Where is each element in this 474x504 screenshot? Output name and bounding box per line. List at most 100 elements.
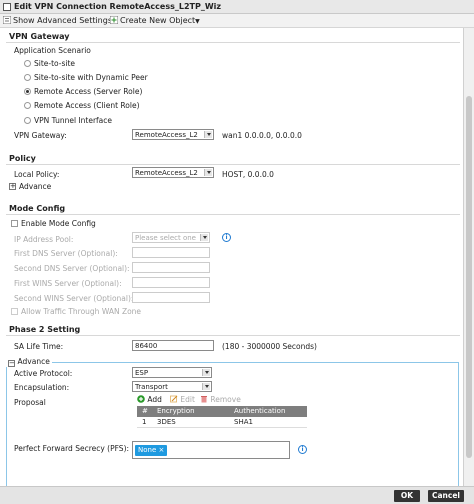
phase2-section-title: Phase 2 Setting bbox=[9, 325, 81, 334]
chevron-down-icon bbox=[200, 234, 208, 241]
mode-config-section-title: Mode Config bbox=[9, 204, 66, 213]
window-title: Edit VPN Connection RemoteAccess_L2TP_Wi… bbox=[14, 2, 222, 11]
radio-remote-access-client[interactable] bbox=[24, 102, 31, 109]
column-header: # bbox=[142, 407, 148, 415]
advance-label: Advance bbox=[19, 182, 52, 191]
encapsulation-label: Encapsulation: bbox=[14, 383, 70, 392]
second-wins-label: Second WINS Server (Optional): bbox=[14, 294, 134, 303]
second-dns-label: Second DNS Server (Optional): bbox=[14, 264, 130, 273]
option-label: VPN Tunnel Interface bbox=[34, 116, 113, 125]
vpn-gateway-section-title: VPN Gateway bbox=[9, 32, 70, 41]
radio-site-to-site-dynamic-peer[interactable] bbox=[24, 74, 31, 81]
create-new-label: Create New Object bbox=[120, 16, 196, 25]
first-wins-input[interactable] bbox=[132, 277, 210, 288]
allow-wan-label: Allow Traffic Through WAN Zone bbox=[21, 307, 142, 316]
table-row[interactable]: 1 3DES SHA1 bbox=[137, 417, 307, 428]
ip-pool-select[interactable]: Please select one bbox=[132, 232, 210, 243]
pfs-label: Perfect Forward Secrecy (PFS): bbox=[14, 444, 130, 453]
proposal-table: # Encryption Authentication 1 3DES SHA1 bbox=[137, 406, 307, 428]
scrollbar-thumb[interactable] bbox=[466, 96, 472, 458]
pfs-value-tag[interactable]: None × bbox=[135, 445, 168, 456]
sa-life-time-range: (180 - 3000000 Seconds) bbox=[222, 342, 317, 351]
show-advanced-settings-button[interactable]: Show Advanced Settings bbox=[3, 16, 112, 25]
section-divider bbox=[6, 214, 460, 215]
encapsulation-value: Transport bbox=[135, 383, 168, 391]
edit-label: Edit bbox=[180, 395, 195, 404]
ok-button[interactable]: OK bbox=[394, 490, 420, 502]
table-cell: 3DES bbox=[157, 418, 176, 426]
pfs-value: None bbox=[138, 446, 157, 454]
encapsulation-select[interactable]: Transport bbox=[132, 381, 212, 392]
local-policy-select[interactable]: RemoteAccess_L2 bbox=[132, 167, 214, 178]
active-protocol-label: Active Protocol: bbox=[14, 369, 73, 378]
application-scenario-label: Application Scenario bbox=[14, 46, 91, 55]
radio-site-to-site[interactable] bbox=[24, 60, 31, 67]
settings-list-icon bbox=[3, 16, 11, 24]
first-dns-input[interactable] bbox=[132, 247, 210, 258]
pfs-select[interactable]: None × bbox=[132, 441, 290, 459]
radio-vpn-tunnel-interface[interactable] bbox=[24, 117, 31, 124]
edit-window-icon bbox=[3, 3, 11, 11]
expand-advance-toggle[interactable]: + bbox=[9, 183, 16, 190]
table-cell: SHA1 bbox=[234, 418, 253, 426]
close-icon[interactable]: × bbox=[159, 446, 165, 454]
active-protocol-value: ESP bbox=[135, 369, 149, 377]
local-policy-info: HOST, 0.0.0.0 bbox=[222, 170, 274, 179]
table-header-row: # Encryption Authentication bbox=[137, 406, 307, 417]
ip-pool-placeholder: Please select one bbox=[135, 234, 196, 242]
local-policy-value: RemoteAccess_L2 bbox=[135, 169, 198, 177]
vpn-gateway-value: RemoteAccess_L2 bbox=[135, 131, 198, 139]
active-protocol-select[interactable]: ESP bbox=[132, 367, 212, 378]
info-icon[interactable]: i bbox=[222, 233, 231, 242]
section-divider bbox=[6, 164, 460, 165]
dropdown-arrow-icon: ▼ bbox=[195, 18, 200, 25]
column-header: Authentication bbox=[234, 407, 286, 415]
second-wins-input[interactable] bbox=[132, 292, 210, 303]
vpn-gateway-label: VPN Gateway: bbox=[14, 131, 67, 140]
chevron-down-icon bbox=[202, 383, 210, 390]
proposal-add-button[interactable]: Add bbox=[137, 395, 162, 404]
vertical-scrollbar[interactable] bbox=[463, 28, 474, 486]
ip-pool-label: IP Address Pool: bbox=[14, 235, 74, 244]
vpn-gateway-info: wan1 0.0.0.0, 0.0.0.0 bbox=[222, 131, 302, 140]
first-dns-label: First DNS Server (Optional): bbox=[14, 249, 118, 258]
edit-pencil-icon bbox=[170, 395, 178, 403]
chevron-down-icon bbox=[204, 131, 212, 138]
advance-legend: − Advance bbox=[6, 357, 52, 367]
title-bar: Edit VPN Connection RemoteAccess_L2TP_Wi… bbox=[0, 0, 474, 14]
section-divider bbox=[6, 335, 460, 336]
proposal-edit-button[interactable]: Edit bbox=[170, 395, 195, 404]
table-cell: 1 bbox=[142, 418, 147, 426]
second-dns-input[interactable] bbox=[132, 262, 210, 273]
option-label: Site-to-site with Dynamic Peer bbox=[34, 73, 148, 82]
chevron-down-icon bbox=[204, 169, 212, 176]
sa-life-time-input[interactable]: 86400 bbox=[132, 340, 214, 351]
option-label: Remote Access (Client Role) bbox=[34, 101, 140, 110]
remove-label: Remove bbox=[210, 395, 241, 404]
proposal-remove-button[interactable]: Remove bbox=[200, 395, 241, 404]
section-divider bbox=[6, 42, 460, 43]
form-content: VPN Gateway Application Scenario Site-to… bbox=[0, 28, 463, 486]
advance-label: Advance bbox=[17, 357, 50, 366]
toolbar: Show Advanced Settings Create New Object… bbox=[0, 14, 474, 28]
column-header: Encryption bbox=[157, 407, 195, 415]
cancel-button[interactable]: Cancel bbox=[428, 490, 464, 502]
info-icon[interactable]: i bbox=[298, 445, 307, 454]
enable-mode-config-checkbox[interactable] bbox=[11, 220, 18, 227]
vpn-gateway-select[interactable]: RemoteAccess_L2 bbox=[132, 129, 214, 140]
dialog-footer: OK Cancel bbox=[0, 486, 474, 504]
policy-section-title: Policy bbox=[9, 154, 36, 163]
enable-mode-config-label: Enable Mode Config bbox=[21, 219, 96, 228]
add-icon bbox=[137, 395, 145, 403]
collapse-advance-toggle[interactable]: − bbox=[8, 360, 15, 367]
sa-life-time-label: SA Life Time: bbox=[14, 342, 64, 351]
option-label: Remote Access (Server Role) bbox=[34, 87, 143, 96]
chevron-down-icon bbox=[202, 369, 210, 376]
radio-remote-access-server[interactable] bbox=[24, 88, 31, 95]
proposal-label: Proposal bbox=[14, 398, 46, 407]
create-new-object-button[interactable]: Create New Object▼ bbox=[110, 16, 200, 25]
first-wins-label: First WINS Server (Optional): bbox=[14, 279, 122, 288]
local-policy-label: Local Policy: bbox=[14, 170, 60, 179]
allow-wan-checkbox[interactable] bbox=[11, 308, 18, 315]
trash-icon bbox=[201, 396, 207, 403]
